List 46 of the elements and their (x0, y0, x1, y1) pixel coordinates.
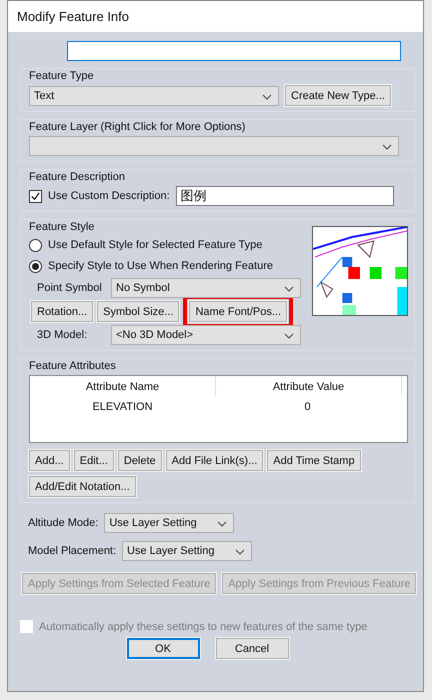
radio-button[interactable] (29, 238, 42, 252)
window-title: Modify Feature Info (17, 9, 129, 24)
model-placement-dropdown[interactable]: Use Layer Setting (122, 541, 252, 561)
dialog-button[interactable]: Cancel (216, 638, 288, 659)
group-label: Feature Description (29, 171, 126, 183)
group-label: Feature Type (29, 70, 95, 82)
altitude-mode-dropdown[interactable]: Use Layer Setting (104, 513, 234, 533)
style-button[interactable]: Rotation... (31, 301, 94, 322)
attribute-button[interactable]: Add File Link(s)... (166, 450, 264, 471)
dialog-button[interactable]: OK (126, 638, 200, 659)
field-label: 3D Model: (37, 329, 88, 341)
chevron-icon (235, 549, 246, 555)
chevron-icon (284, 333, 294, 339)
checkbox-label: Automatically apply these settings to new features of the same type (39, 620, 368, 632)
column-header[interactable]: Attribute Value (216, 376, 402, 396)
group-label: Feature Layer (Right Click for More Options) (29, 121, 246, 133)
description-field[interactable]: 图例 (176, 186, 394, 206)
chevron-icon (382, 144, 392, 150)
style-button[interactable]: Name Font/Pos... (189, 301, 288, 322)
field-label: Point Symbol (37, 282, 103, 294)
group-label: Feature Style (29, 221, 96, 233)
column-header[interactable]: Attribute Name (30, 376, 216, 396)
radio-label: Specify Style to Use When Rendering Feature (48, 260, 274, 272)
model-dropdown[interactable]: <No 3D Model> (111, 325, 301, 345)
radio-label: Use Default Style for Selected Feature Type (48, 239, 262, 251)
chevron-icon (262, 94, 272, 100)
create-type-button[interactable]: Create New Type... (285, 85, 391, 106)
field-label: Altitude Mode: (28, 517, 98, 529)
point-symbol-dropdown[interactable]: No Symbol (111, 278, 301, 298)
attribute-button[interactable]: Edit... (74, 450, 114, 471)
field-label: Model Placement: (28, 545, 116, 557)
chevron-icon (217, 521, 228, 527)
attribute-button[interactable]: Add/Edit Notation... (29, 476, 136, 497)
attribute-button[interactable]: Delete (118, 450, 162, 471)
table-cell-text: ELEVATION (91, 400, 154, 415)
attribute-button[interactable]: Add Time Stamp (267, 450, 361, 471)
attribute-button[interactable]: Add... (29, 450, 70, 471)
feature-type-dropdown[interactable]: Text (29, 86, 279, 106)
table-cell-text: 0 (303, 400, 312, 415)
checkbox-label: Use Custom Description: (48, 190, 170, 202)
checkbox[interactable] (29, 190, 42, 202)
radio-button[interactable] (29, 260, 42, 272)
chevron-icon (284, 286, 294, 292)
style-button[interactable]: Symbol Size... (97, 301, 180, 322)
group-label: Feature Attributes (29, 360, 117, 372)
name-field[interactable] (67, 41, 401, 61)
